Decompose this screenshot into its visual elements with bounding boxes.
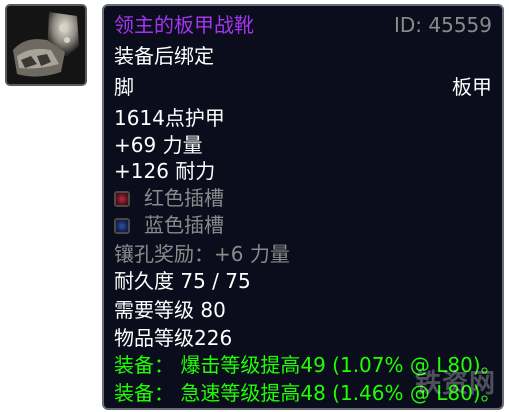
slot-text: 脚 [114,75,134,99]
item-icon[interactable] [5,4,87,86]
plate-boots-icon [7,6,85,84]
blue-socket-icon [114,218,130,234]
item-level: 物品等级226 [114,326,233,350]
socket-blue-row: 蓝色插槽 [114,212,492,238]
red-socket-icon [114,191,130,207]
durability: 耐久度 75 / 75 [114,269,251,293]
stat-stamina: +126 耐力 [114,159,216,183]
site-watermark: 铁资网 [414,369,496,399]
stat-strength: +69 力量 [114,133,203,157]
armor-value: 1614点护甲 [114,106,225,130]
armor-type-text: 板甲 [452,75,492,99]
item-id: ID: 45559 [393,13,492,37]
socket-red-label: 红色插槽 [144,186,224,210]
required-level: 需要等级 80 [114,298,226,322]
binding-text: 装备后绑定 [114,44,214,68]
socket-blue-label: 蓝色插槽 [144,213,224,237]
socket-red-row: 红色插槽 [114,185,492,211]
socket-bonus: 镶孔奖励：+6 力量 [114,242,290,266]
item-tooltip: 领主的板甲战靴 ID: 45559 装备后绑定 脚 板甲 1614点护甲 +69… [102,4,504,410]
